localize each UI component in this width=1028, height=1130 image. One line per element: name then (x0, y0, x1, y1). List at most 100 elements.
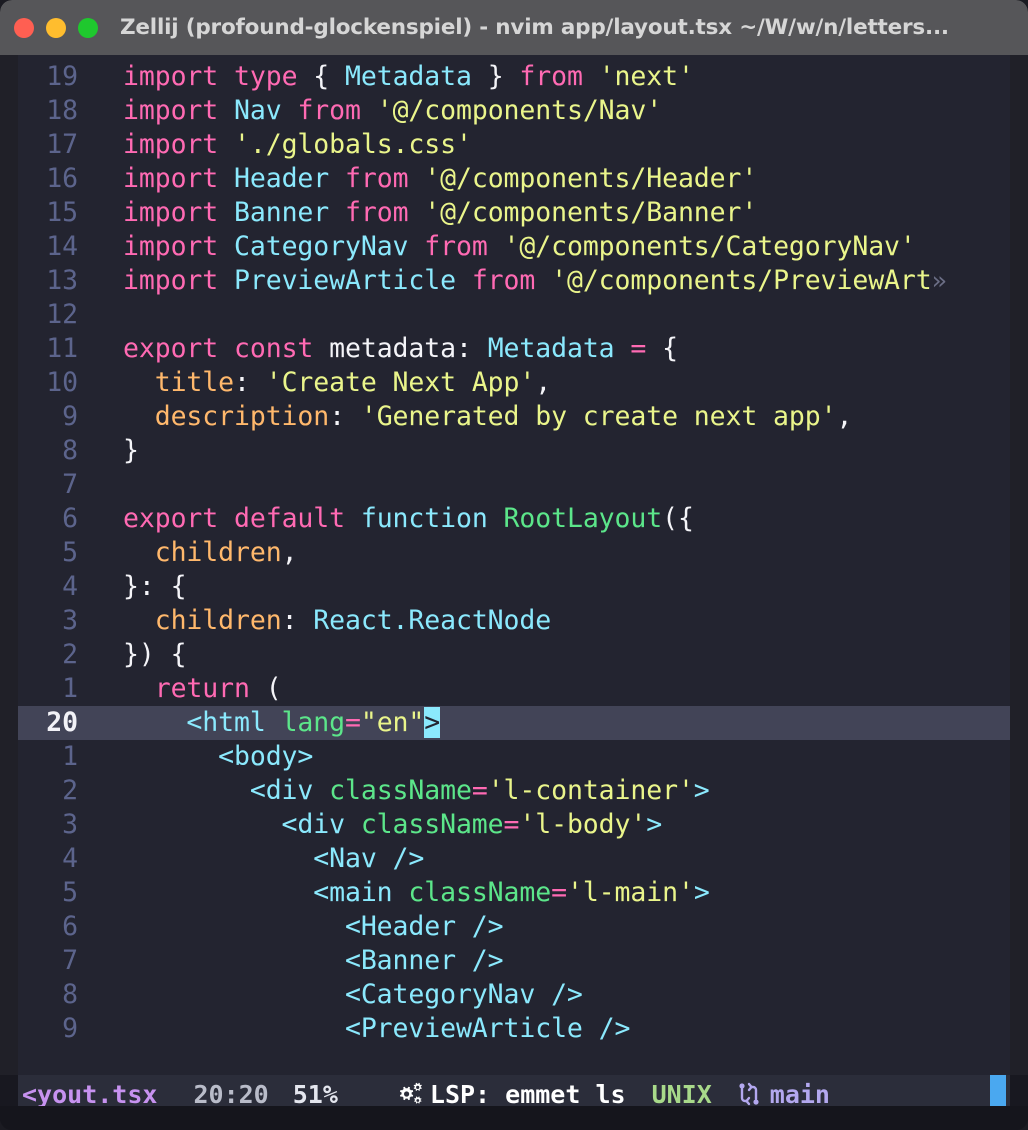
code-line: 10 title: 'Create Next App', (18, 366, 1010, 400)
statusline-lsp: LSP: emmet_ls (394, 1080, 626, 1109)
statusline-fileformat: UNIX (652, 1080, 712, 1109)
line-number: 1 (18, 672, 78, 706)
line-content: title: 'Create Next App', (78, 366, 551, 400)
line-number: 4 (18, 570, 78, 604)
pane-border-left (0, 55, 18, 1075)
statusline-scroll-percent: 51% (293, 1080, 338, 1109)
line-number: 11 (18, 332, 78, 366)
line-number: 4 (18, 842, 78, 876)
line-content: export default function RootLayout({ (78, 502, 694, 536)
line-content: <CategoryNav /> (78, 978, 583, 1012)
line-number: 17 (18, 128, 78, 162)
line-number: 9 (18, 1012, 78, 1046)
line-number: 8 (18, 978, 78, 1012)
git-branch-icon (736, 1080, 762, 1108)
line-content: <html lang="en"> (78, 706, 440, 740)
line-number: 3 (18, 604, 78, 638)
statusline-filename: <yout.tsx (18, 1080, 157, 1109)
window-title: Zellij (profound-glockenspiel) - nvim ap… (120, 15, 949, 40)
line-number: 6 (18, 502, 78, 536)
line-content: return ( (78, 672, 282, 706)
line-number: 8 (18, 434, 78, 468)
line-content: description: 'Generated by create next a… (78, 400, 852, 434)
line-number: 3 (18, 808, 78, 842)
line-content: <div className='l-container'> (78, 774, 710, 808)
code-line: 1 <body> (18, 740, 1010, 774)
line-number: 15 (18, 196, 78, 230)
line-number: 7 (18, 468, 78, 502)
line-content: import Header from '@/components/Header' (78, 162, 757, 196)
line-content: children, (78, 536, 297, 570)
line-content: export const metadata: Metadata = { (78, 332, 678, 366)
code-line: 7 (18, 468, 1010, 502)
line-content: <main className='l-main'> (78, 876, 710, 910)
line-number: 2 (18, 774, 78, 808)
line-content: <Banner /> (78, 944, 504, 978)
code-line: 15import Banner from '@/components/Banne… (18, 196, 1010, 230)
minimize-button[interactable] (46, 18, 66, 38)
line-content: <Nav /> (78, 842, 424, 876)
code-line: 5 <main className='l-main'> (18, 876, 1010, 910)
line-number: 20 (18, 706, 78, 740)
line-number: 14 (18, 230, 78, 264)
code-line: 19import type { Metadata } from 'next' (18, 60, 1010, 94)
line-content: <Header /> (78, 910, 504, 944)
code-line: 14import CategoryNav from '@/components/… (18, 230, 1010, 264)
code-line: 2}) { (18, 638, 1010, 672)
line-number: 5 (18, 536, 78, 570)
terminal-window: Zellij (profound-glockenspiel) - nvim ap… (0, 0, 1028, 1130)
terminal-body: 19import type { Metadata } from 'next'18… (0, 55, 1028, 1130)
line-content: import type { Metadata } from 'next' (78, 60, 694, 94)
close-button[interactable] (14, 18, 34, 38)
line-content: <div className='l-body'> (78, 808, 662, 842)
line-number: 7 (18, 944, 78, 978)
statusline-branch-label: main (770, 1080, 830, 1109)
line-content: import PreviewArticle from '@/components… (78, 264, 947, 298)
line-number: 12 (18, 298, 78, 332)
code-line: 2 <div className='l-container'> (18, 774, 1010, 808)
code-line: 16import Header from '@/components/Heade… (18, 162, 1010, 196)
code-line: 4}: { (18, 570, 1010, 604)
window-titlebar: Zellij (profound-glockenspiel) - nvim ap… (0, 0, 1028, 55)
line-number: 5 (18, 876, 78, 910)
line-content: <PreviewArticle /> (78, 1012, 630, 1046)
gears-icon (394, 1081, 424, 1107)
text-cursor: > (424, 707, 440, 738)
code-line: 1 return ( (18, 672, 1010, 706)
code-line: 5 children, (18, 536, 1010, 570)
code-line: 9 <PreviewArticle /> (18, 1012, 1010, 1046)
line-content: import Banner from '@/components/Banner' (78, 196, 757, 230)
line-number: 9 (18, 400, 78, 434)
window-controls (14, 18, 98, 38)
statusline-cursor-position: 20:20 (193, 1080, 268, 1109)
line-number: 2 (18, 638, 78, 672)
code-line: 3 children: React.ReactNode (18, 604, 1010, 638)
code-line: 11export const metadata: Metadata = { (18, 332, 1010, 366)
line-number: 13 (18, 264, 78, 298)
line-content: import Nav from '@/components/Nav' (78, 94, 662, 128)
window-bottom-edge (0, 1106, 1028, 1130)
statusline-lsp-label: LSP: emmet_ls (430, 1080, 626, 1109)
code-line: 18import Nav from '@/components/Nav' (18, 94, 1010, 128)
line-number: 18 (18, 94, 78, 128)
code-buffer[interactable]: 19import type { Metadata } from 'next'18… (18, 60, 1010, 1046)
maximize-button[interactable] (78, 18, 98, 38)
code-line: 12 (18, 298, 1010, 332)
line-number: 6 (18, 910, 78, 944)
line-content: import CategoryNav from '@/components/Ca… (78, 230, 916, 264)
code-line: 17import './globals.css' (18, 128, 1010, 162)
line-content: } (78, 434, 139, 468)
line-number: 10 (18, 366, 78, 400)
code-line: 13import PreviewArticle from '@/componen… (18, 264, 1010, 298)
code-line: 7 <Banner /> (18, 944, 1010, 978)
statusline-git-branch: main (736, 1080, 830, 1109)
line-number: 19 (18, 60, 78, 94)
line-content: }: { (78, 570, 186, 604)
line-content: children: React.ReactNode (78, 604, 551, 638)
line-number: 1 (18, 740, 78, 774)
line-content: import './globals.css' (78, 128, 472, 162)
code-line: 3 <div className='l-body'> (18, 808, 1010, 842)
code-line: 9 description: 'Generated by create next… (18, 400, 1010, 434)
nvim-editor-pane[interactable]: 19import type { Metadata } from 'next'18… (18, 55, 1010, 1075)
code-line: 8 <CategoryNav /> (18, 978, 1010, 1012)
